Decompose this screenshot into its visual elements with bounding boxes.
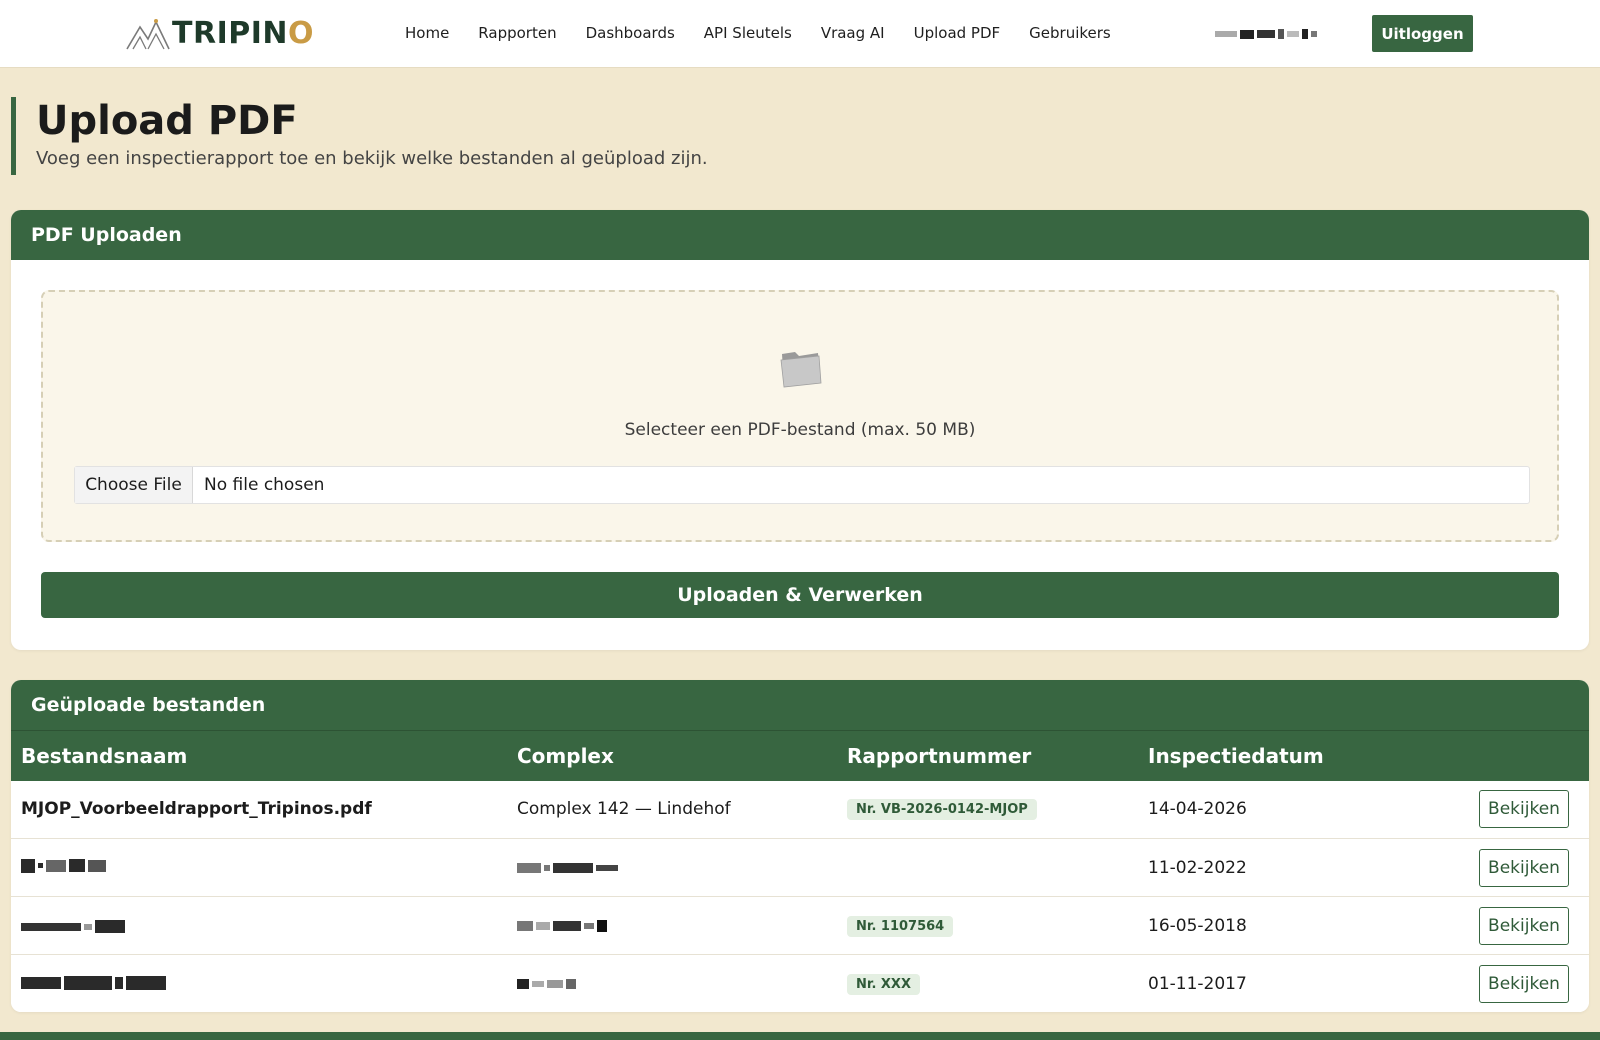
cell-report-number (837, 839, 1138, 897)
view-button[interactable]: Bekijken (1479, 790, 1569, 829)
table-row: MJOP_Voorbeeldrapport_Tripinos.pdf Compl… (11, 780, 1589, 839)
footer-bar (0, 1032, 1600, 1040)
page-subtitle: Voeg een inspectierapport toe en bekijk … (36, 148, 708, 169)
folder-icon (780, 352, 822, 388)
logout-button[interactable]: Uitloggen (1372, 15, 1473, 52)
logo-text: TRIPINO (172, 16, 314, 51)
nav-links: Home Rapporten Dashboards API Sleutels V… (405, 22, 1111, 44)
cell-complex-redacted (507, 897, 837, 955)
cell-complex-redacted (507, 955, 837, 1013)
cell-inspection-date: 01-11-2017 (1148, 973, 1247, 994)
page-title: Upload PDF (36, 98, 298, 144)
table-row: Nr. XXX 01-11-2017 Bekijken (11, 954, 1589, 1013)
cell-actions: Bekijken (1429, 955, 1589, 1013)
nav-link-upload-pdf[interactable]: Upload PDF (914, 22, 1001, 44)
upload-card: PDF Uploaden Selecteer een PDF-bestand (… (11, 210, 1589, 650)
cell-inspection-date: 16-05-2018 (1148, 915, 1247, 936)
col-header-complex: Complex (517, 743, 614, 768)
cell-filename-redacted (11, 955, 507, 1013)
nav-link-home[interactable]: Home (405, 22, 449, 44)
pdf-file-input[interactable]: Choose File No file chosen (74, 466, 1530, 504)
tripino-logo[interactable]: TRIPINO (126, 16, 314, 52)
uploaded-files-title: Geüploade bestanden (11, 680, 1589, 730)
uploaded-files-table: Bestandsnaam Complex Rapportnummer Inspe… (11, 730, 1589, 1012)
cell-actions: Bekijken (1429, 839, 1589, 897)
nav-link-rapporten[interactable]: Rapporten (478, 22, 556, 44)
redacted-text (21, 919, 125, 935)
view-button[interactable]: Bekijken (1479, 964, 1569, 1003)
cell-inspection-date: 11-02-2022 (1148, 857, 1247, 878)
view-button[interactable]: Bekijken (1479, 848, 1569, 887)
redacted-text (517, 860, 618, 876)
cell-inspection-date: 14-04-2026 (1148, 799, 1247, 820)
col-header-filename: Bestandsnaam (21, 743, 188, 768)
top-navbar: TRIPINO Home Rapporten Dashboards API Sl… (0, 0, 1600, 68)
redacted-text (517, 976, 576, 992)
col-header-inspection-date: Inspectiedatum (1148, 743, 1324, 768)
report-number-badge: Nr. XXX (847, 973, 920, 995)
redacted-text (21, 858, 106, 874)
pdf-dropzone[interactable]: Selecteer een PDF-bestand (max. 50 MB) C… (41, 290, 1559, 542)
cell-filename: MJOP_Voorbeeldrapport_Tripinos.pdf (21, 799, 372, 820)
cell-actions: Bekijken (1429, 781, 1589, 839)
page-header: Upload PDF Voeg een inspectierapport toe… (11, 97, 708, 175)
view-button[interactable]: Bekijken (1479, 906, 1569, 945)
col-header-actions (1429, 731, 1589, 781)
redacted-text (21, 975, 166, 991)
table-row: 11-02-2022 Bekijken (11, 838, 1589, 897)
redacted-text (517, 918, 607, 934)
cell-report-number: Nr. 1107564 (837, 897, 1138, 955)
cell-report-number: Nr. XXX (837, 955, 1138, 1013)
cell-complex: Complex 142 — Lindehof (517, 799, 731, 820)
col-header-report-number: Rapportnummer (847, 743, 1032, 768)
nav-link-dashboards[interactable]: Dashboards (586, 22, 675, 44)
upload-card-title: PDF Uploaden (11, 210, 1589, 260)
mountain-logo-icon (126, 19, 170, 50)
choose-file-button[interactable]: Choose File (75, 467, 193, 503)
nav-link-vraag-ai[interactable]: Vraag AI (821, 22, 885, 44)
cell-filename-redacted (11, 839, 507, 897)
cell-filename-redacted (11, 897, 507, 955)
cell-report-number: Nr. VB-2026-0142-MJOP (837, 781, 1138, 839)
file-status-text: No file chosen (204, 475, 325, 495)
redacted-user-name (1215, 26, 1351, 42)
table-row: Nr. 1107564 16-05-2018 Bekijken (11, 896, 1589, 955)
report-number-badge: Nr. VB-2026-0142-MJOP (847, 799, 1037, 821)
cell-complex-redacted (507, 839, 837, 897)
dropzone-label: Selecteer een PDF-bestand (max. 50 MB) (624, 420, 976, 440)
uploaded-files-card: Geüploade bestanden Bestandsnaam Complex… (11, 680, 1589, 1012)
nav-link-gebruikers[interactable]: Gebruikers (1029, 22, 1111, 44)
nav-link-api-sleutels[interactable]: API Sleutels (704, 22, 792, 44)
upload-and-process-button[interactable]: Uploaden & Verwerken (41, 572, 1559, 618)
report-number-badge: Nr. 1107564 (847, 915, 954, 937)
table-header-row: Bestandsnaam Complex Rapportnummer Inspe… (11, 730, 1589, 781)
cell-actions: Bekijken (1429, 897, 1589, 955)
